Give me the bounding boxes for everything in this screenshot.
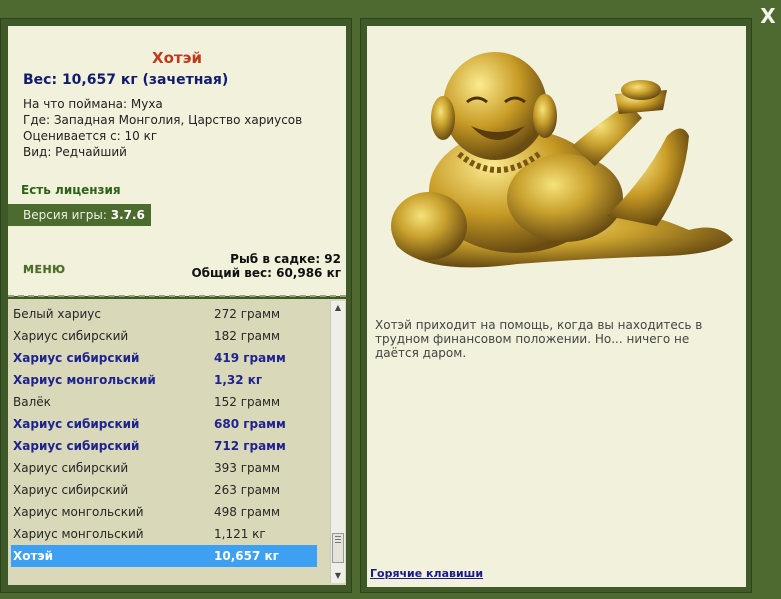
list-item[interactable]: Хариус сибирский 712 грамм — [11, 435, 317, 457]
list-item-name: Хариус сибирский — [13, 329, 129, 343]
list-item-name: Валёк — [13, 395, 51, 409]
total-weight: Общий вес: 60,986 кг — [191, 266, 341, 280]
fish-location: Где: Западная Монголия, Царство хариусов — [23, 113, 303, 127]
hotkeys-link[interactable]: Горячие клавиши — [370, 567, 483, 580]
list-item-weight: 680 грамм — [214, 417, 286, 431]
list-item-weight: 263 грамм — [214, 483, 281, 497]
list-item-name: Хариус сибирский — [13, 439, 140, 453]
list-item-name: Хариус монгольский — [13, 527, 144, 541]
license-status: Есть лицензия — [21, 183, 121, 197]
list-item-weight: 152 грамм — [214, 395, 281, 409]
list-item[interactable]: Хотэй 10,657 кг — [11, 545, 317, 567]
fish-kind: Вид: Редчайший — [23, 145, 127, 159]
list-item[interactable]: Белый хариус 272 грамм — [11, 303, 317, 325]
list-item[interactable]: Валёк 152 грамм — [11, 391, 317, 413]
list-item-weight: 393 грамм — [214, 461, 281, 475]
version-value: 3.7.6 — [110, 208, 145, 222]
hotei-statue-image — [391, 52, 733, 268]
list-item-weight: 419 грамм — [214, 351, 286, 365]
fish-bait: На что поймана: Муха — [23, 97, 163, 111]
list-item-weight: 1,32 кг — [214, 373, 263, 387]
list-item-weight: 498 грамм — [214, 505, 281, 519]
list-item-weight: 182 грамм — [214, 329, 281, 343]
list-scrollbar[interactable]: ▲ ▼ — [330, 301, 345, 583]
version-badge: Версия игры: 3.7.6 — [8, 204, 151, 226]
list-item-name: Хариус сибирский — [13, 351, 140, 365]
list-item[interactable]: Хариус сибирский 419 грамм — [11, 347, 317, 369]
list-item-name: Хариус монгольский — [13, 373, 156, 387]
list-item-weight: 712 грамм — [214, 439, 286, 453]
fish-title: Хотэй — [152, 49, 202, 67]
list-item-weight: 272 грамм — [214, 307, 281, 321]
list-item-name: Хотэй — [13, 549, 53, 563]
version-label: Версия игры: — [23, 208, 107, 222]
list-item-name: Хариус сибирский — [13, 483, 129, 497]
fish-rated-from: Оценивается с: 10 кг — [23, 129, 158, 143]
fish-detail-panel: Хотэй приходит на помощь, когда вы наход… — [367, 26, 746, 587]
scroll-up-icon[interactable]: ▲ — [331, 301, 345, 315]
fish-description: Хотэй приходит на помощь, когда вы наход… — [375, 318, 703, 360]
fish-count: Рыб в садке: 92 — [230, 252, 341, 266]
fish-info-panel: Хотэй Вес: 10,657 кг (зачетная) На что п… — [8, 26, 346, 296]
list-item[interactable]: Хариус сибирский 263 грамм — [11, 479, 317, 501]
list-item[interactable]: Хариус сибирский 182 грамм — [11, 325, 317, 347]
menu-button[interactable]: МЕНЮ — [23, 263, 66, 276]
list-item-name: Хариус монгольский — [13, 505, 144, 519]
list-item[interactable]: Хариус монгольский 1,32 кг — [11, 369, 317, 391]
list-item-name: Хариус сибирский — [13, 417, 140, 431]
list-item[interactable]: Хариус сибирский 393 грамм — [11, 457, 317, 479]
list-item-name: Белый хариус — [13, 307, 101, 321]
list-item[interactable]: Хариус монгольский 1,121 кг — [11, 523, 317, 545]
list-item-name: Хариус сибирский — [13, 461, 129, 475]
fish-weight: Вес: 10,657 кг (зачетная) — [23, 72, 229, 88]
divider — [8, 295, 346, 297]
list-item-weight: 1,121 кг — [214, 527, 266, 541]
list-item-weight: 10,657 кг — [214, 549, 279, 563]
scroll-down-icon[interactable]: ▼ — [331, 569, 345, 583]
scroll-thumb[interactable] — [332, 533, 344, 563]
list-item[interactable]: Хариус монгольский 498 грамм — [11, 501, 317, 523]
keepnet-stats: Рыб в садке: 92 Общий вес: 60,986 кг — [191, 252, 341, 280]
list-item[interactable]: Хариус сибирский 680 грамм — [11, 413, 317, 435]
close-button[interactable]: X — [757, 5, 779, 27]
catch-list[interactable]: Белый хариус 272 грамм Хариус сибирский 182… — [8, 299, 346, 585]
